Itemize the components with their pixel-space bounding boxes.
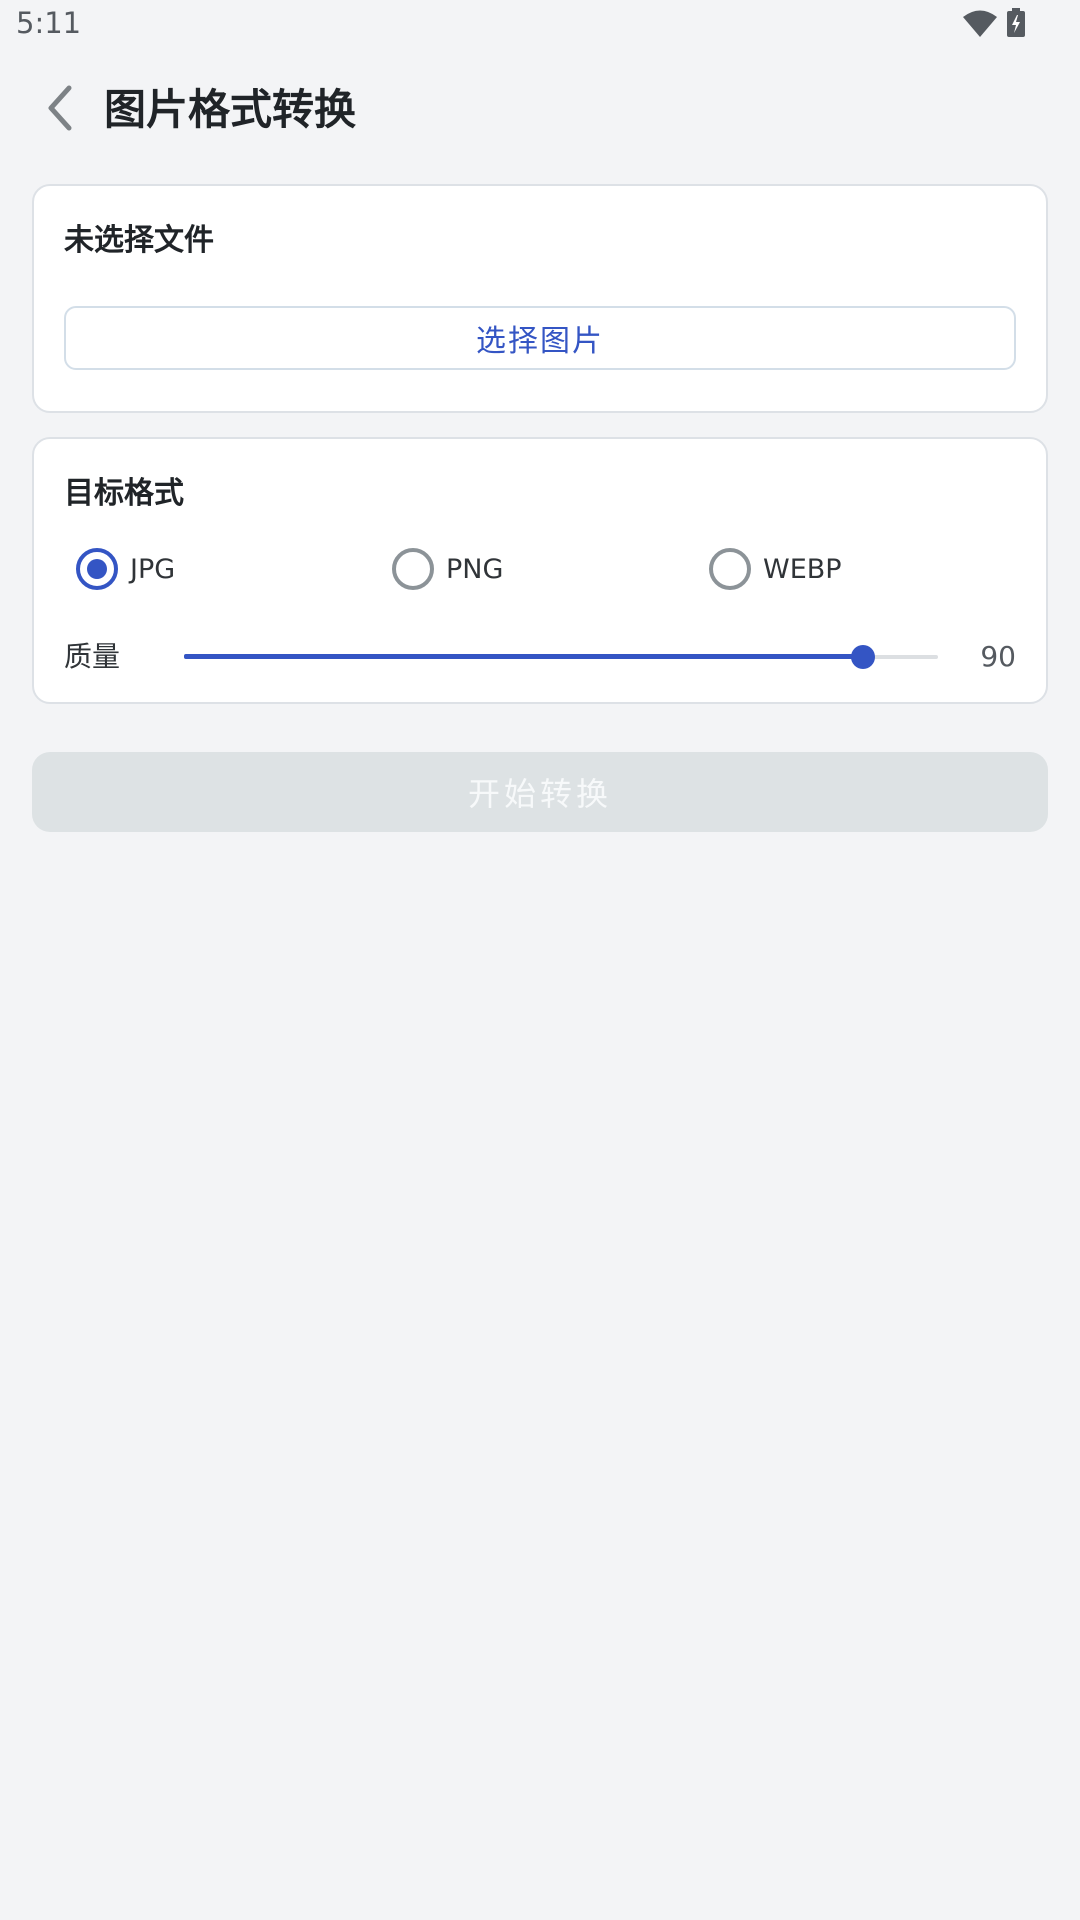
select-image-button[interactable]: 选择图片: [64, 306, 1016, 370]
slider-thumb[interactable]: [850, 645, 875, 669]
start-convert-button[interactable]: 开始转换: [32, 752, 1048, 832]
format-card: 目标格式 JPG PNG WEBP 质量 90: [32, 437, 1048, 704]
radio-checked-icon: [76, 548, 118, 590]
screen: 5:11 图片格式转换 未选择文件 选择图片 目标格式 JPG PNG WEBP…: [0, 0, 1080, 1920]
wifi-icon: [963, 10, 997, 37]
format-option-label: PNG: [446, 553, 504, 585]
quality-value: 90: [980, 640, 1016, 673]
chevron-left-icon: [48, 85, 72, 131]
page-title: 图片格式转换: [104, 85, 357, 134]
format-option-jpg[interactable]: JPG: [76, 545, 175, 593]
status-bar: 5:11: [0, 0, 1080, 50]
back-button[interactable]: [40, 80, 80, 136]
format-option-label: WEBP: [763, 553, 842, 585]
target-format-title: 目标格式: [64, 476, 184, 511]
slider-fill: [184, 654, 863, 659]
radio-unchecked-icon: [709, 548, 751, 590]
file-card: 未选择文件 选择图片: [32, 184, 1048, 413]
radio-unchecked-icon: [392, 548, 434, 590]
file-status-label: 未选择文件: [64, 223, 214, 258]
format-option-label: JPG: [130, 553, 176, 585]
battery-charging-icon: [1007, 8, 1025, 37]
radio-dot: [87, 559, 107, 579]
quality-slider[interactable]: [152, 635, 938, 679]
format-option-png[interactable]: PNG: [392, 545, 503, 593]
quality-label: 质量: [64, 640, 121, 673]
format-option-webp[interactable]: WEBP: [709, 545, 842, 593]
status-time: 5:11: [16, 6, 82, 40]
